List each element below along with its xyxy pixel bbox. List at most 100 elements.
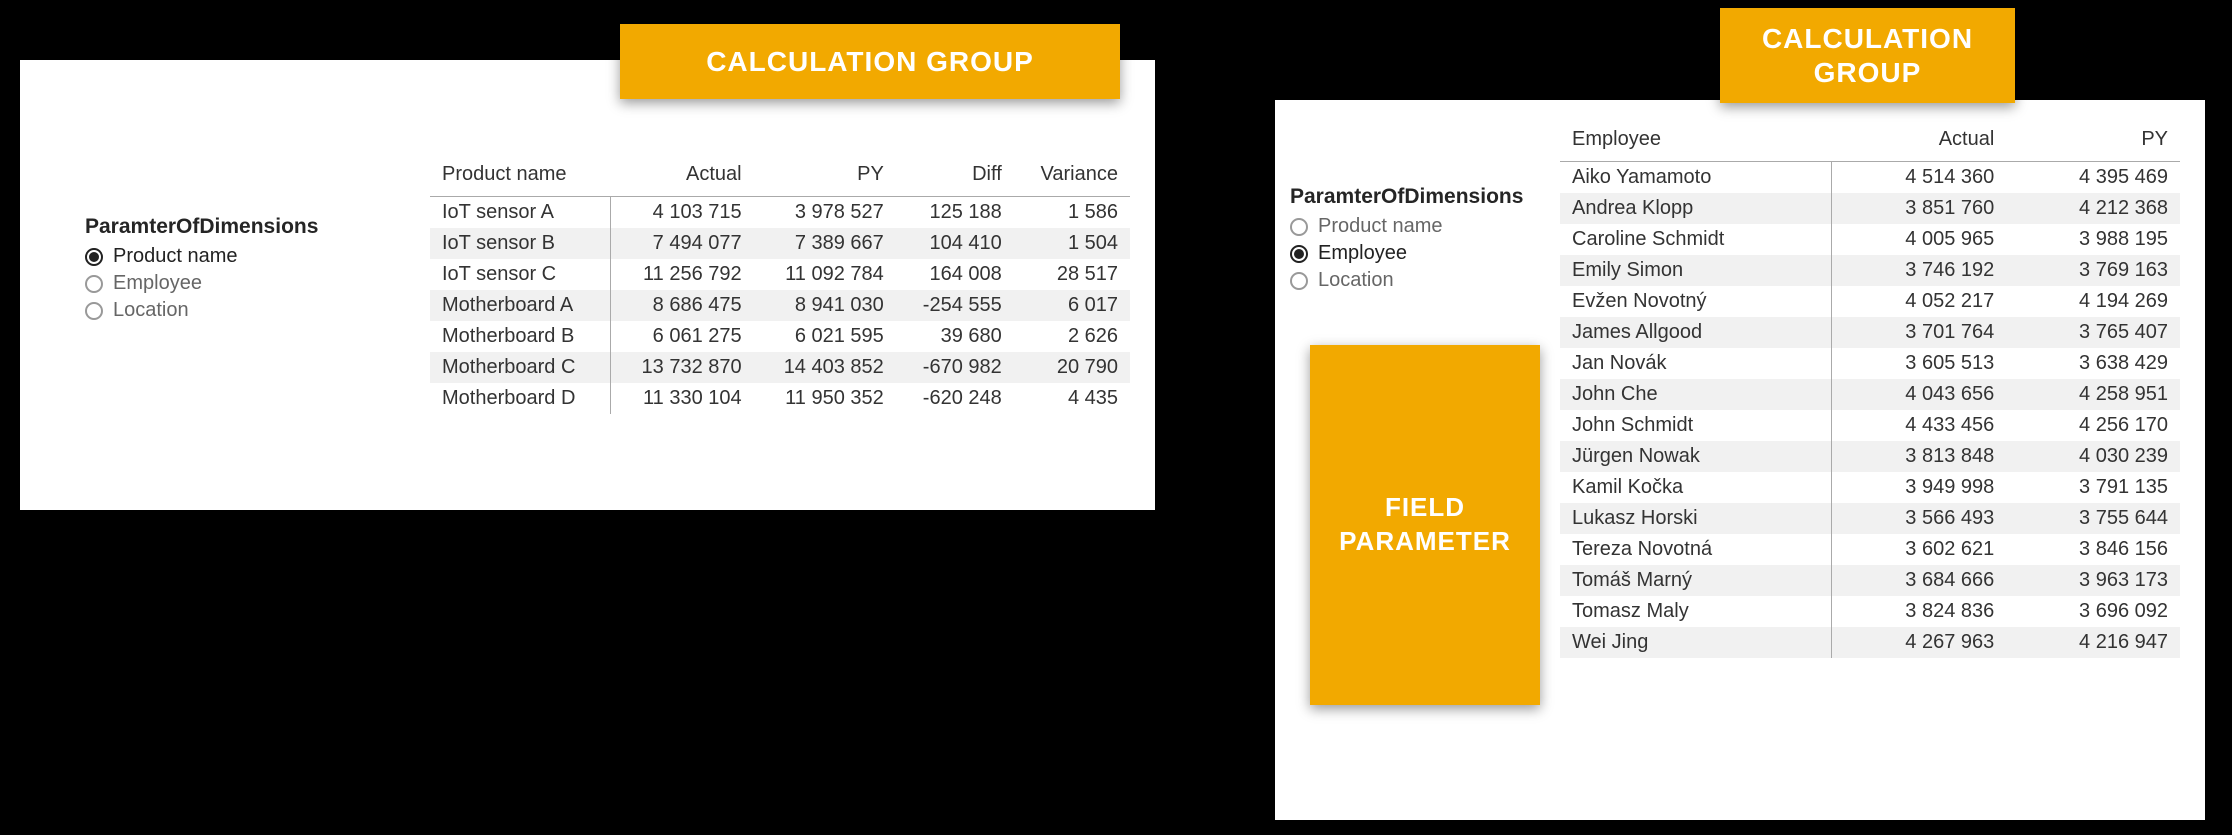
- table-row[interactable]: James Allgood3 701 7643 765 407: [1560, 317, 2180, 348]
- cell-value: 4 043 656: [1832, 379, 2006, 410]
- table-row[interactable]: Motherboard C13 732 87014 403 852-670 98…: [430, 352, 1130, 383]
- slicer-option-employee[interactable]: Employee: [85, 272, 318, 295]
- cell-value: 1 504: [1014, 228, 1130, 259]
- cell-value: 3 701 764: [1832, 317, 2006, 348]
- table-row[interactable]: IoT sensor B7 494 0777 389 667104 4101 5…: [430, 228, 1130, 259]
- cell-value: 4 258 951: [2006, 379, 2180, 410]
- table-row[interactable]: Tomasz Maly3 824 8363 696 092: [1560, 596, 2180, 627]
- cell-value: 4 212 368: [2006, 193, 2180, 224]
- cell-dimension: John Che: [1560, 379, 1832, 410]
- table-row[interactable]: Tomáš Marný3 684 6663 963 173: [1560, 565, 2180, 596]
- table-row[interactable]: Caroline Schmidt4 005 9653 988 195: [1560, 224, 2180, 255]
- cell-value: 3 765 407: [2006, 317, 2180, 348]
- cell-dimension: Wei Jing: [1560, 627, 1832, 658]
- cell-value: 8 941 030: [754, 290, 896, 321]
- table-row[interactable]: Tereza Novotná3 602 6213 846 156: [1560, 534, 2180, 565]
- slicer-option-label: Employee: [1318, 242, 1407, 265]
- table-row[interactable]: Aiko Yamamoto4 514 3604 395 469: [1560, 162, 2180, 194]
- cell-value: 6 021 595: [754, 321, 896, 352]
- cell-value: 3 605 513: [1832, 348, 2006, 379]
- col-product-name[interactable]: Product name: [430, 155, 611, 197]
- cell-value: 1 586: [1014, 197, 1130, 229]
- col-py[interactable]: PY: [754, 155, 896, 197]
- cell-value: 3 949 998: [1832, 472, 2006, 503]
- cell-dimension: Andrea Klopp: [1560, 193, 1832, 224]
- cell-dimension: IoT sensor C: [430, 259, 611, 290]
- cell-value: 3 638 429: [2006, 348, 2180, 379]
- slicer-option-label: Employee: [113, 272, 202, 295]
- slicer-title: ParamterOfDimensions: [85, 215, 318, 239]
- cell-value: 3 988 195: [2006, 224, 2180, 255]
- cell-dimension: Motherboard A: [430, 290, 611, 321]
- radio-icon: [1290, 272, 1308, 290]
- cell-dimension: John Schmidt: [1560, 410, 1832, 441]
- cell-dimension: Motherboard D: [430, 383, 611, 414]
- cell-value: 7 494 077: [611, 228, 754, 259]
- col-diff[interactable]: Diff: [896, 155, 1014, 197]
- radio-icon: [85, 275, 103, 293]
- cell-value: 3 566 493: [1832, 503, 2006, 534]
- col-py[interactable]: PY: [2006, 120, 2180, 162]
- col-actual[interactable]: Actual: [611, 155, 754, 197]
- table-row[interactable]: Motherboard B6 061 2756 021 59539 6802 6…: [430, 321, 1130, 352]
- cell-dimension: IoT sensor A: [430, 197, 611, 229]
- cell-dimension: Lukasz Horski: [1560, 503, 1832, 534]
- slicer-option-location[interactable]: Location: [1290, 269, 1523, 292]
- radio-icon: [85, 302, 103, 320]
- cell-value: -620 248: [896, 383, 1014, 414]
- cell-dimension: Motherboard B: [430, 321, 611, 352]
- cell-value: 14 403 852: [754, 352, 896, 383]
- cell-dimension: Jan Novák: [1560, 348, 1832, 379]
- slicer-option-location[interactable]: Location: [85, 299, 318, 322]
- table-row[interactable]: IoT sensor C11 256 79211 092 784164 0082…: [430, 259, 1130, 290]
- cell-value: 3 846 156: [2006, 534, 2180, 565]
- table-row[interactable]: Jan Novák3 605 5133 638 429: [1560, 348, 2180, 379]
- table-header-row: Employee Actual PY: [1560, 120, 2180, 162]
- cell-value: 4 030 239: [2006, 441, 2180, 472]
- slicer-option-product-name[interactable]: Product name: [85, 245, 318, 268]
- cell-value: 3 602 621: [1832, 534, 2006, 565]
- cell-dimension: Tomáš Marný: [1560, 565, 1832, 596]
- cell-value: 164 008: [896, 259, 1014, 290]
- cell-value: 3 684 666: [1832, 565, 2006, 596]
- table-row[interactable]: Wei Jing4 267 9634 216 947: [1560, 627, 2180, 658]
- table-row[interactable]: Motherboard A8 686 4758 941 030-254 5556…: [430, 290, 1130, 321]
- cell-value: 3 769 163: [2006, 255, 2180, 286]
- table-row[interactable]: Motherboard D11 330 10411 950 352-620 24…: [430, 383, 1130, 414]
- cell-value: 11 256 792: [611, 259, 754, 290]
- calculation-group-tag-right: CALCULATION GROUP: [1720, 8, 2015, 103]
- table-row[interactable]: Andrea Klopp3 851 7604 212 368: [1560, 193, 2180, 224]
- cell-value: 4 267 963: [1832, 627, 2006, 658]
- slicer-option-label: Location: [1318, 269, 1394, 292]
- table-row[interactable]: IoT sensor A4 103 7153 978 527125 1881 5…: [430, 197, 1130, 229]
- cell-value: 3 824 836: [1832, 596, 2006, 627]
- cell-value: 4 433 456: [1832, 410, 2006, 441]
- table-row[interactable]: Emily Simon3 746 1923 769 163: [1560, 255, 2180, 286]
- cell-value: 20 790: [1014, 352, 1130, 383]
- col-actual[interactable]: Actual: [1832, 120, 2006, 162]
- cell-dimension: IoT sensor B: [430, 228, 611, 259]
- slicer-option-product-name[interactable]: Product name: [1290, 215, 1523, 238]
- cell-value: 6 061 275: [611, 321, 754, 352]
- cell-value: 4 052 217: [1832, 286, 2006, 317]
- cell-value: 11 092 784: [754, 259, 896, 290]
- slicer-option-label: Product name: [113, 245, 238, 268]
- table-row[interactable]: Kamil Kočka3 949 9983 791 135: [1560, 472, 2180, 503]
- cell-value: 11 330 104: [611, 383, 754, 414]
- table-row[interactable]: Lukasz Horski3 566 4933 755 644: [1560, 503, 2180, 534]
- cell-value: 104 410: [896, 228, 1014, 259]
- calculation-group-tag-left: CALCULATION GROUP: [620, 24, 1120, 99]
- table-row[interactable]: Evžen Novotný4 052 2174 194 269: [1560, 286, 2180, 317]
- cell-dimension: Evžen Novotný: [1560, 286, 1832, 317]
- slicer-title: ParamterOfDimensions: [1290, 185, 1523, 209]
- col-employee[interactable]: Employee: [1560, 120, 1832, 162]
- cell-value: 2 626: [1014, 321, 1130, 352]
- col-variance[interactable]: Variance: [1014, 155, 1130, 197]
- cell-value: 3 813 848: [1832, 441, 2006, 472]
- slicer-option-employee[interactable]: Employee: [1290, 242, 1523, 265]
- table-row[interactable]: John Che4 043 6564 258 951: [1560, 379, 2180, 410]
- cell-value: 13 732 870: [611, 352, 754, 383]
- table-row[interactable]: John Schmidt4 433 4564 256 170: [1560, 410, 2180, 441]
- table-row[interactable]: Jürgen Nowak3 813 8484 030 239: [1560, 441, 2180, 472]
- cell-dimension: Tereza Novotná: [1560, 534, 1832, 565]
